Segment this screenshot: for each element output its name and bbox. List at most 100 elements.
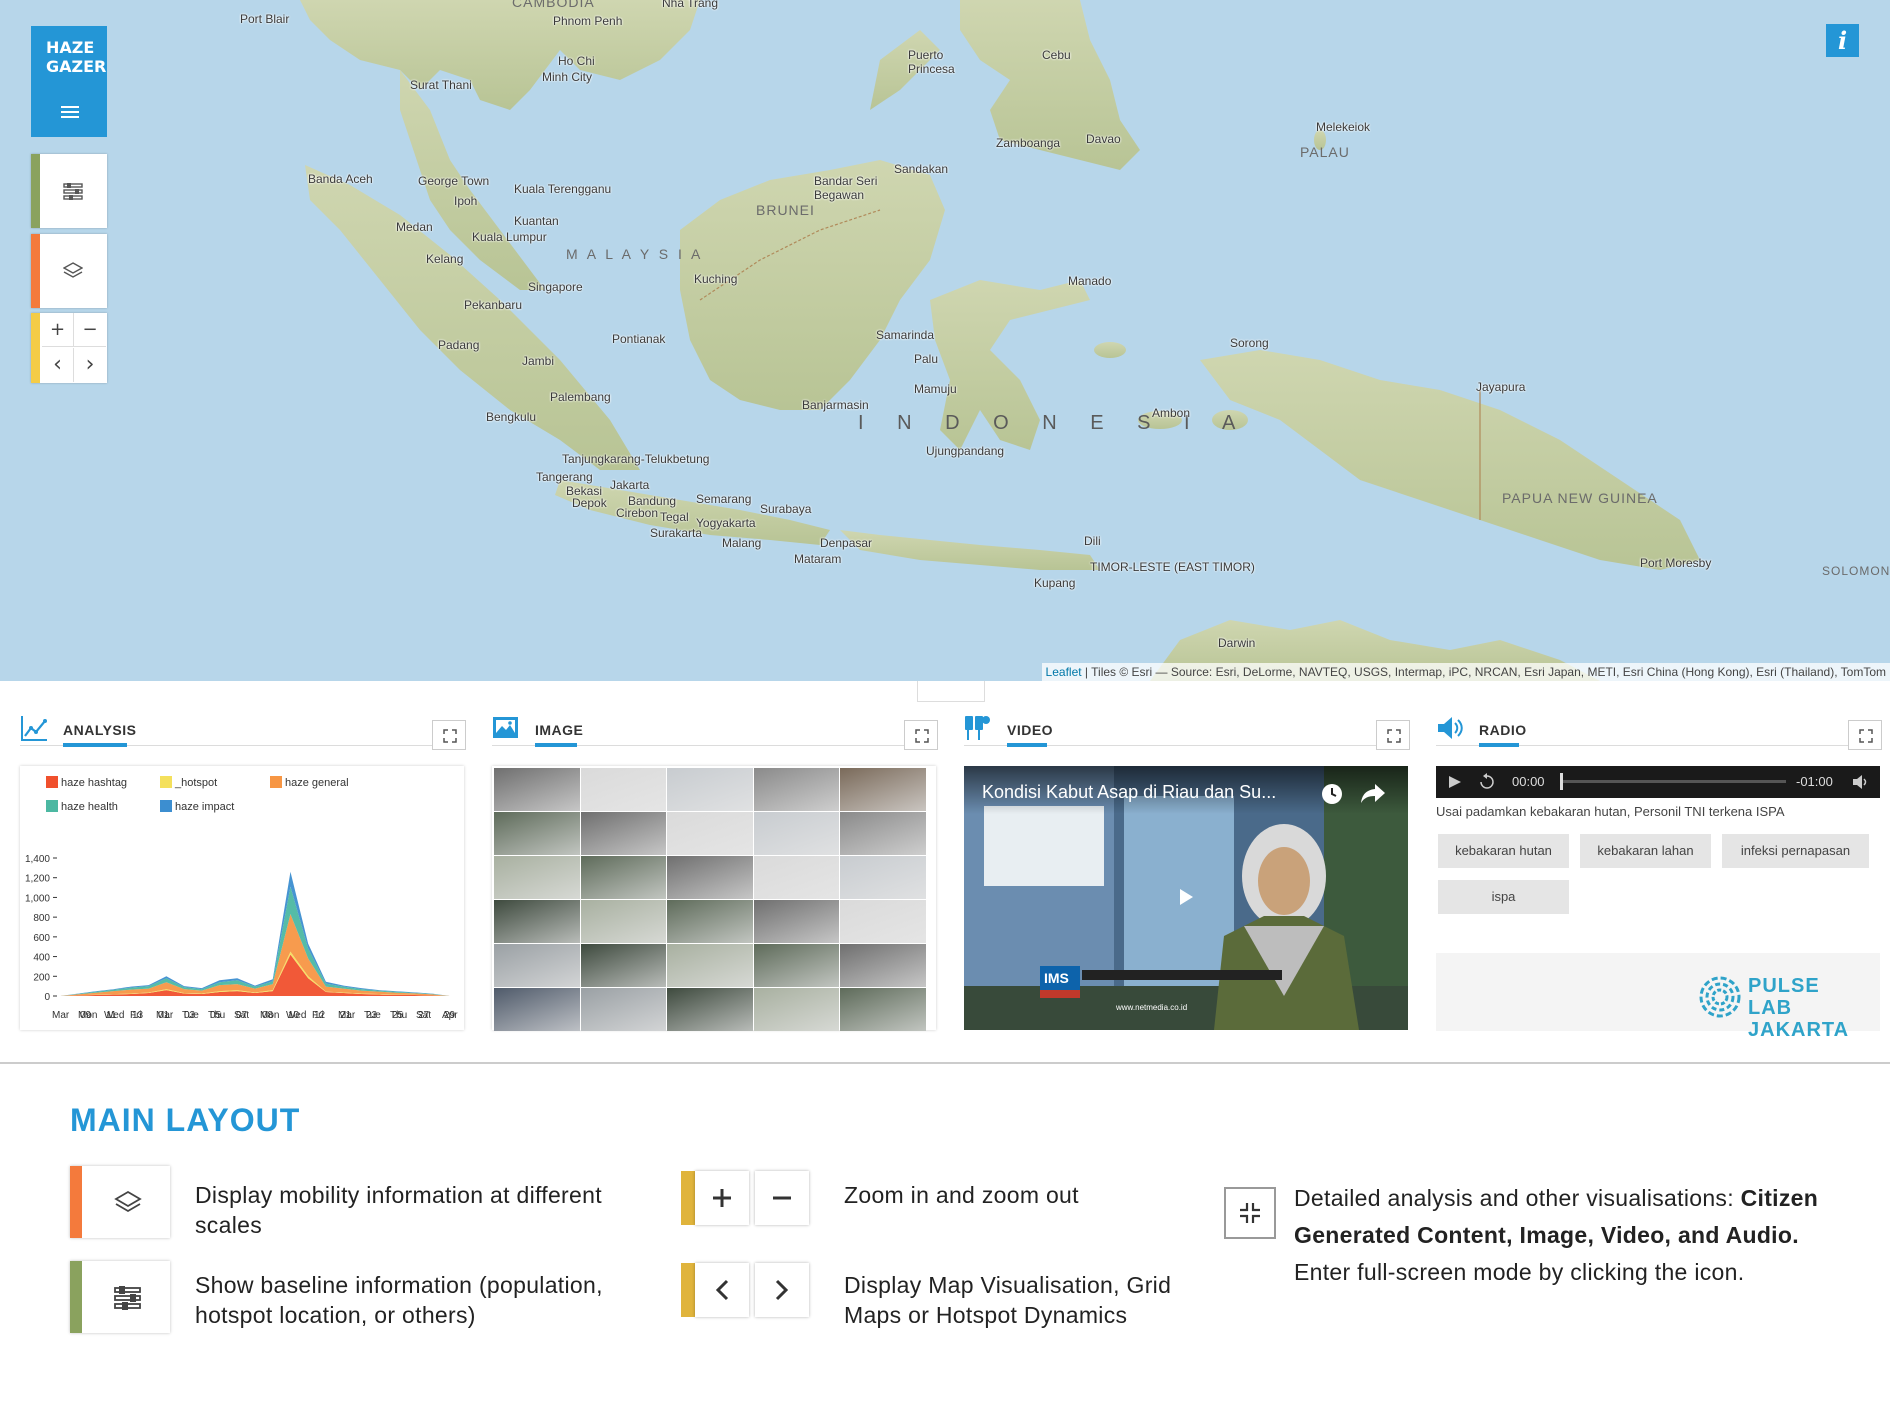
audio-player: 00:00 -01:00	[1436, 766, 1880, 798]
legend-text-fullscreen: Detailed analysis and other visualisatio…	[1294, 1180, 1854, 1291]
image-thumbnail[interactable]	[580, 944, 667, 987]
hamburger-menu-icon[interactable]	[61, 106, 79, 118]
legend-baseline-box	[70, 1261, 170, 1333]
image-fullscreen-button[interactable]	[904, 720, 938, 750]
image-thumbnail[interactable]	[840, 988, 926, 1031]
image-thumbnail[interactable]	[667, 988, 753, 1031]
x-tick-label-day: 25	[392, 1010, 404, 1021]
y-tick-label: 1,400	[25, 854, 50, 865]
label-nha-trang: Nha Trang	[662, 0, 719, 10]
image-thumbnail[interactable]	[667, 900, 753, 943]
y-tick-label: 200	[33, 972, 50, 983]
image-thumbnail[interactable]	[840, 900, 926, 943]
layers-control-button[interactable]	[31, 234, 107, 308]
legend-fullscreen-post: Enter full-screen mode by clicking the i…	[1294, 1259, 1745, 1285]
area-series-haze-impact[interactable]	[60, 871, 450, 996]
label-bandar-seri-2: Begawan	[814, 188, 865, 202]
image-thumbnail[interactable]	[494, 856, 580, 899]
play-icon[interactable]	[1178, 888, 1194, 906]
video-icon	[965, 716, 990, 740]
audio-progress-thumb[interactable]	[1560, 773, 1563, 790]
image-thumbnail[interactable]	[753, 856, 840, 899]
label-palembang: Palembang	[550, 390, 611, 404]
tag-kebakaran-lahan[interactable]: kebakaran lahan	[1580, 834, 1711, 868]
x-tick-label-day: 29	[444, 1010, 456, 1021]
image-thumbnail[interactable]	[753, 900, 840, 943]
next-view-button[interactable]: ›	[74, 348, 106, 382]
label-cebu: Cebu	[1042, 48, 1071, 62]
leaflet-link[interactable]: Leaflet	[1046, 665, 1082, 679]
tag-infeksi-pernapasan[interactable]: infeksi pernapasan	[1722, 834, 1869, 868]
label-brunei: BRUNEI	[756, 202, 815, 218]
analysis-chart[interactable]: haze hashtag _hotspot haze general haze hea…	[20, 766, 464, 1030]
image-thumbnail[interactable]	[840, 812, 926, 855]
panel-resize-handle[interactable]	[917, 681, 985, 702]
baseline-control-button[interactable]	[31, 154, 107, 228]
area-series-haze-health[interactable]	[60, 886, 450, 996]
image-thumbnail[interactable]	[667, 768, 753, 811]
info-button[interactable]: i	[1826, 24, 1859, 57]
image-thumbnail[interactable]	[580, 856, 667, 899]
pulse-lab-logo-icon	[1699, 976, 1741, 1018]
label-kuching: Kuching	[694, 272, 738, 286]
map-view[interactable]: CAMBODIA Nha Trang Phnom Penh Port Blair…	[0, 0, 1890, 681]
tag-kebakaran-hutan[interactable]: kebakaran hutan	[1438, 834, 1569, 868]
image-thumbnail[interactable]	[840, 768, 926, 811]
plus-icon	[713, 1189, 731, 1207]
audio-play-icon[interactable]	[1448, 775, 1462, 789]
legend-nav-buttons	[681, 1263, 809, 1317]
image-thumbnail[interactable]	[753, 768, 840, 811]
image-thumbnail[interactable]	[494, 812, 580, 855]
label-kuala-terengganu: Kuala Terengganu	[514, 182, 612, 196]
image-thumbnail[interactable]	[580, 900, 667, 943]
video-fullscreen-button[interactable]	[1376, 720, 1410, 750]
attribution-text: | Tiles © Esri — Source: Esri, DeLorme, …	[1081, 665, 1886, 679]
label-banjarmasin: Banjarmasin	[802, 398, 869, 412]
image-thumbnail[interactable]	[580, 988, 667, 1031]
radio-track-title: Usai padamkan kebakaran hutan, Personil …	[1436, 804, 1785, 819]
zoom-out-button[interactable]: −	[74, 313, 106, 347]
zoom-in-button[interactable]: +	[42, 313, 74, 347]
rewind-30-icon[interactable]	[1478, 773, 1496, 791]
legend-fullscreen-pre: Detailed analysis and other visualisatio…	[1294, 1185, 1741, 1211]
video-player[interactable]: Kondisi Kabut Asap di Riau dan Su... IMS…	[964, 766, 1408, 1030]
label-manado: Manado	[1068, 274, 1112, 288]
chart-plot-area[interactable]: 02004006008001,0001,2001,400Mar Mon09 Wed1…	[20, 766, 464, 1030]
x-tick-label-day: 13	[132, 1010, 144, 1021]
image-thumbnail[interactable]	[840, 944, 926, 987]
image-thumbnail[interactable]	[494, 768, 580, 811]
tag-ispa[interactable]: ispa	[1438, 880, 1569, 914]
image-thumbnail[interactable]	[494, 944, 580, 987]
analysis-fullscreen-button[interactable]	[432, 720, 466, 750]
volume-icon[interactable]	[1852, 774, 1870, 790]
image-thumbnail[interactable]	[840, 856, 926, 899]
radio-fullscreen-button[interactable]	[1848, 720, 1882, 750]
label-puerto-princesa-1: Puerto	[908, 48, 944, 62]
image-thumbnail[interactable]	[753, 988, 840, 1031]
label-jayapura: Jayapura	[1476, 380, 1526, 394]
image-thumbnail[interactable]	[494, 988, 580, 1031]
image-thumbnail[interactable]	[667, 944, 753, 987]
label-kuala-lumpur: Kuala Lumpur	[472, 230, 547, 244]
image-thumbnail[interactable]	[580, 768, 667, 811]
image-panel-header: IMAGE	[492, 712, 938, 750]
audio-progress-track[interactable]	[1560, 780, 1786, 783]
label-semarang: Semarang	[696, 492, 752, 506]
image-thumbnail[interactable]	[667, 812, 753, 855]
image-thumbnail[interactable]	[667, 856, 753, 899]
image-thumbnail[interactable]	[580, 812, 667, 855]
x-tick-label-day: 01	[158, 1010, 170, 1021]
share-icon[interactable]	[1360, 782, 1386, 804]
image-thumbnail[interactable]	[494, 900, 580, 943]
label-phnom-penh: Phnom Penh	[553, 14, 623, 28]
image-thumbnail[interactable]	[753, 812, 840, 855]
layers-icon	[114, 1190, 142, 1213]
watch-later-icon[interactable]	[1320, 782, 1344, 806]
previous-view-button[interactable]: ‹	[42, 348, 74, 382]
label-ho-chi-minh-1: Ho Chi	[558, 54, 595, 68]
pulse-lab-line2: LAB JAKARTA	[1748, 997, 1850, 1041]
label-cambodia: CAMBODIA	[512, 0, 595, 10]
fullscreen-icon	[1240, 1203, 1260, 1223]
area-series-haze-general[interactable]	[60, 914, 450, 996]
image-thumbnail[interactable]	[753, 944, 840, 987]
